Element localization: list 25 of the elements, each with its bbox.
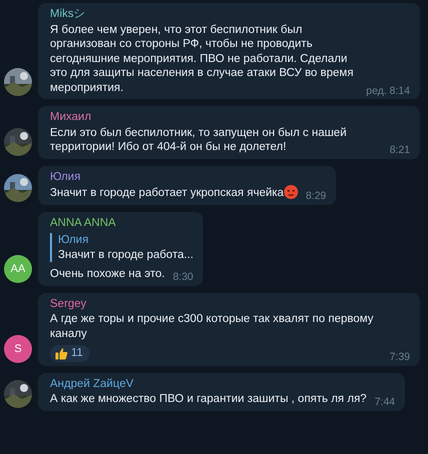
message-time: 8:29 — [306, 189, 326, 204]
message-text: Очень похоже на это. — [50, 268, 165, 280]
message-time: ред. 8:14 — [366, 84, 410, 98]
reply-text: Значит в городе работа... — [58, 248, 194, 262]
message-time: 7:44 — [374, 395, 396, 410]
author-name[interactable]: Андрей ZайцеV — [50, 376, 396, 391]
author-name[interactable]: Miksシ — [50, 7, 410, 22]
message-text: Если это был беспилотник, то запущен он был с нашей территории! Ибо от 404-й он бы не долетел! — [50, 126, 347, 153]
message-time: 8:21 — [390, 143, 410, 158]
author-name[interactable]: Михаил — [50, 110, 410, 124]
avatar[interactable]: S — [4, 334, 32, 362]
reaction-count: 11 — [71, 346, 83, 360]
author-name[interactable]: Юлия — [50, 170, 326, 184]
message-time: 8:30 — [172, 270, 194, 284]
author-name[interactable]: ANNA ANNA — [50, 216, 194, 230]
reaction-chip[interactable]: 11 — [50, 345, 90, 362]
thumbs-up-icon — [55, 346, 68, 360]
message-text: А как же множество ПВО и гарантии зашиты , опять ля ля? — [50, 393, 367, 405]
reply-author: Юлия — [58, 233, 90, 248]
message-text: Я более чем уверен, что этот беспилотник был организован со стороны РФ, чтобы не проводить сегодняшние мероприятия. ПВО не работали. Сделали это для защиты населения в случае атаки ВСУ во время мероприятия. — [50, 24, 354, 94]
author-name[interactable]: Sergey — [50, 296, 410, 311]
message-text: А где же торы и прочие с300 которые так хвалят по первому каналу — [50, 313, 374, 340]
message-text: Значит в городе работает укропская ячейка — [50, 187, 284, 199]
message-time: 7:39 — [390, 350, 410, 364]
reply-quote[interactable]: Юлия Значит в городе работа... — [50, 233, 194, 262]
